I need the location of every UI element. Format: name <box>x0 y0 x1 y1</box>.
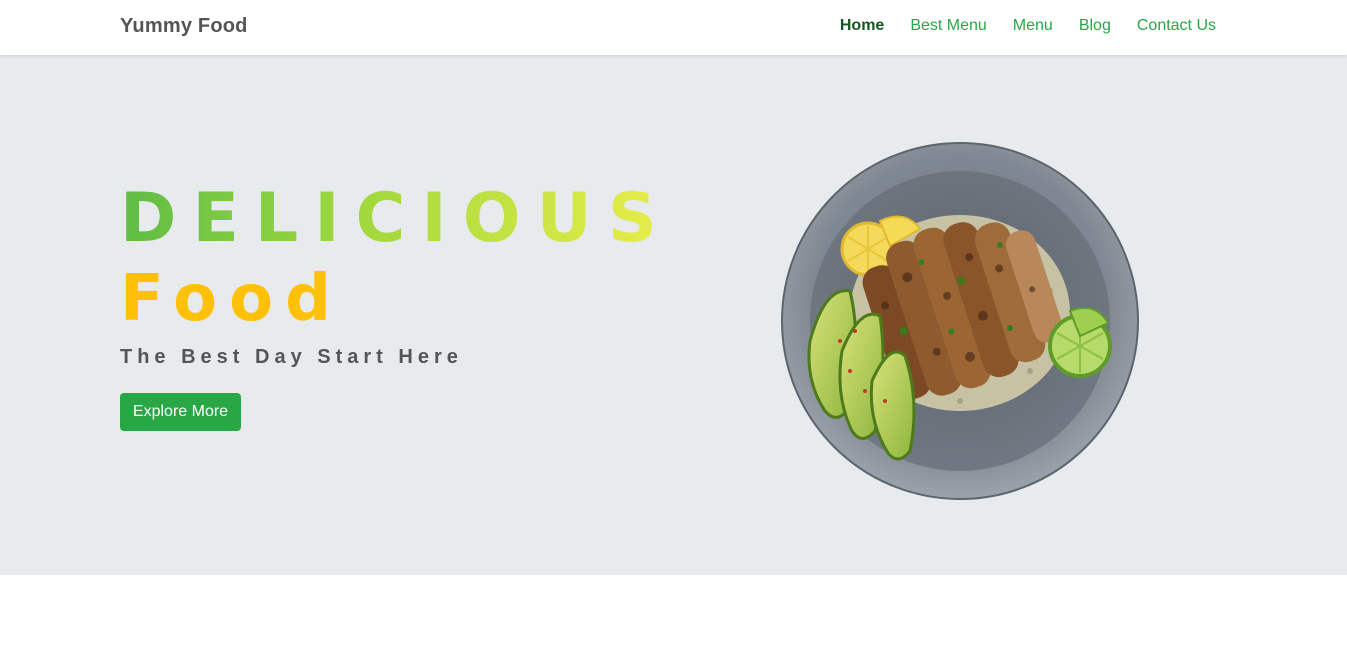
nav-link-menu[interactable]: Menu <box>1013 17 1053 34</box>
nav-menu: Home Best Menu Menu Blog Contact Us <box>840 17 1216 35</box>
nav-item-menu: Menu <box>1013 17 1053 35</box>
grilled-chicken-plate-image <box>781 142 1139 500</box>
nav-item-home: Home <box>840 17 884 35</box>
hero-tagline: The Best Day Start Here <box>120 346 463 368</box>
nav-item-blog: Blog <box>1079 17 1111 35</box>
nav-link-blog[interactable]: Blog <box>1079 17 1111 34</box>
nav-link-home[interactable]: Home <box>840 17 884 34</box>
nav-link-best-menu[interactable]: Best Menu <box>910 17 986 34</box>
hero-subheadline: Food <box>120 262 343 336</box>
explore-more-button[interactable]: Explore More <box>120 393 241 431</box>
top-navbar: Yummy Food Home Best Menu Menu Blog Cont… <box>0 0 1347 55</box>
nav-item-best-menu: Best Menu <box>910 17 986 35</box>
brand-logo[interactable]: Yummy Food <box>120 15 248 38</box>
hero-headline: DELICIOUS <box>120 179 673 258</box>
nav-item-contact-us: Contact Us <box>1137 17 1216 35</box>
nav-link-contact-us[interactable]: Contact Us <box>1137 17 1216 34</box>
hero-section: DELICIOUS Food The Best Day Start Here E… <box>0 55 1347 575</box>
